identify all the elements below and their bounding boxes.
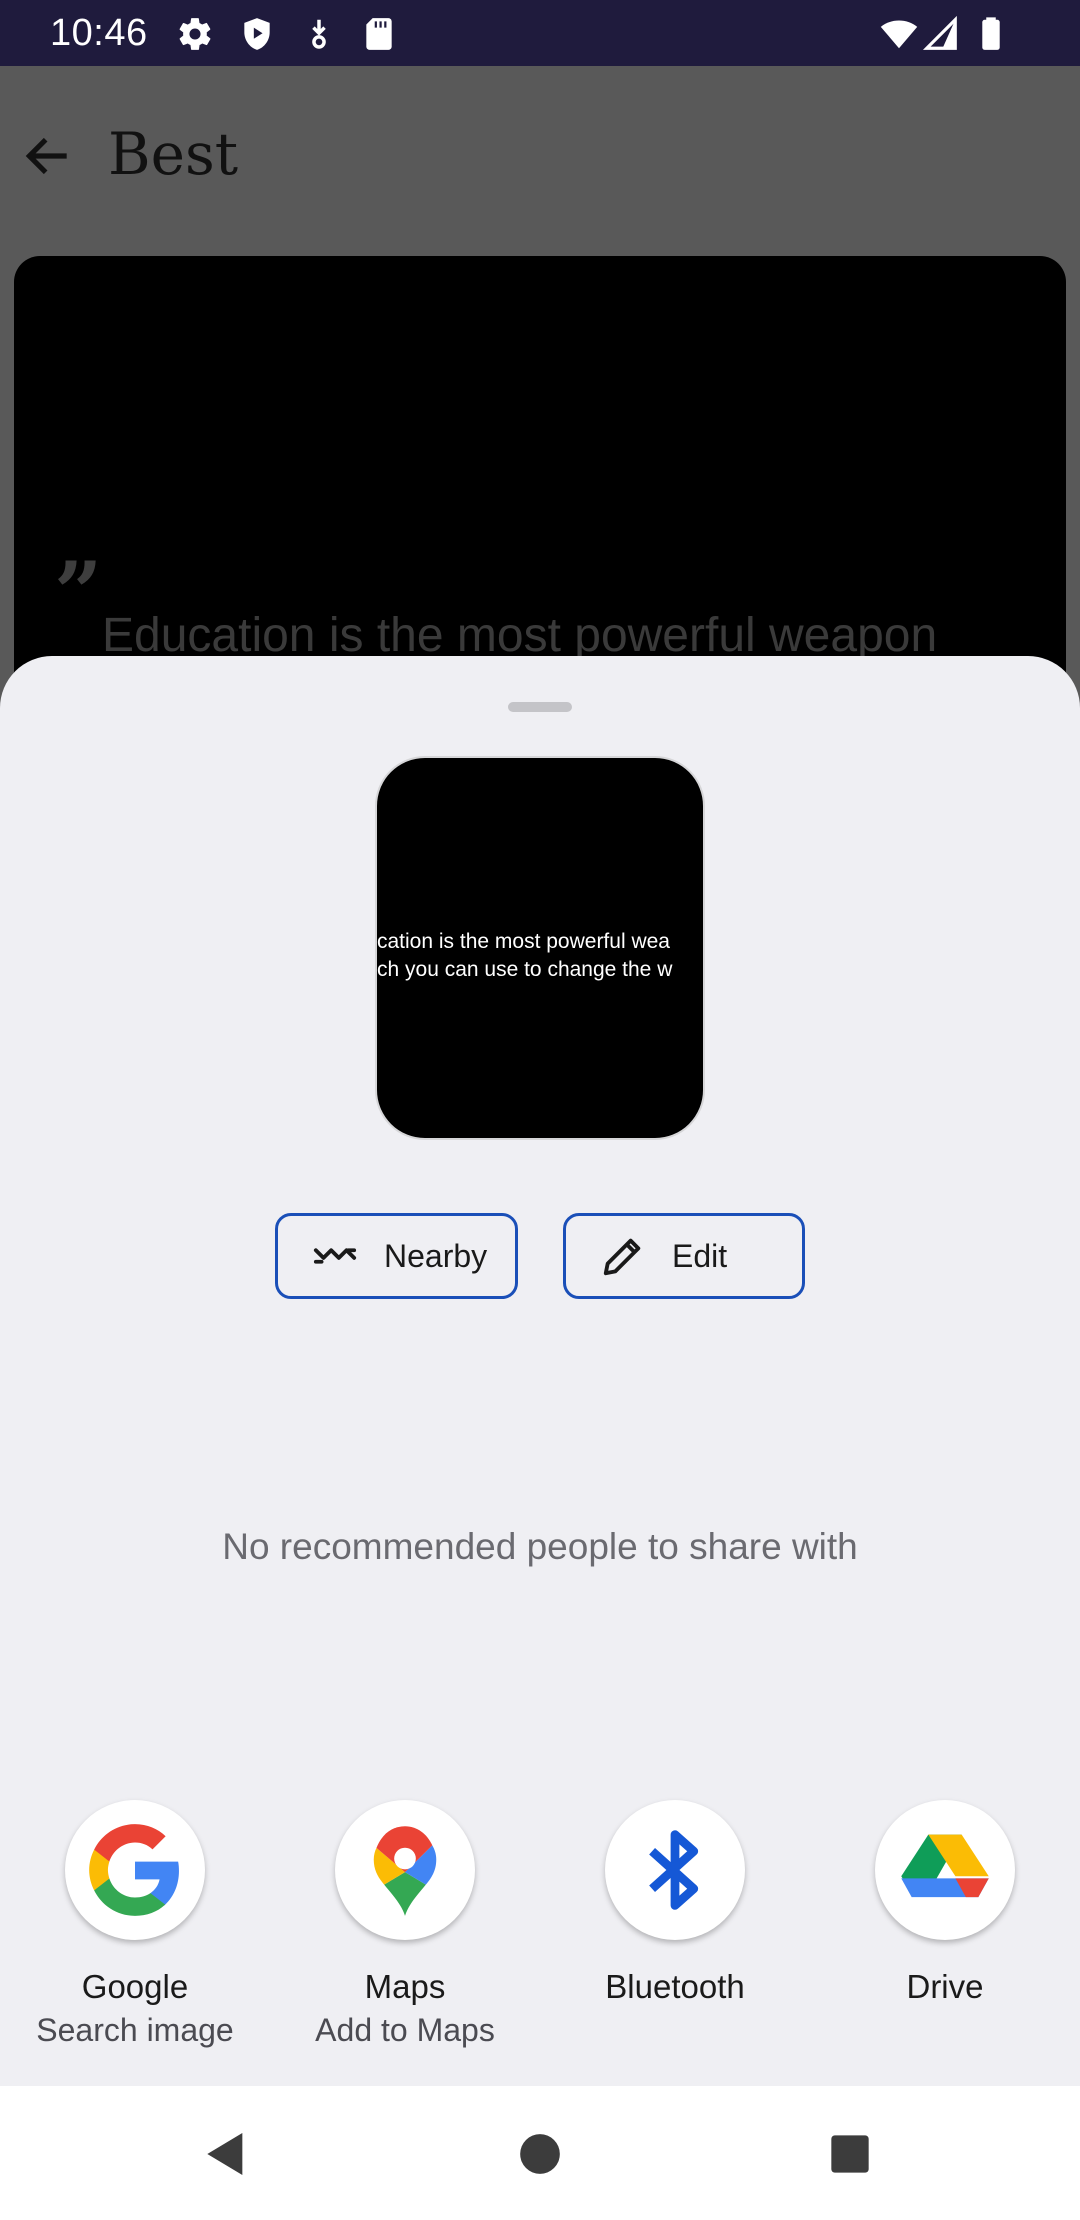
maps-sublabel: Add to Maps bbox=[315, 2012, 495, 2048]
maps-label: Maps bbox=[364, 1968, 446, 2005]
google-label: Google bbox=[81, 1968, 189, 2005]
pencil-icon bbox=[600, 1233, 646, 1279]
sd-card-icon bbox=[360, 15, 398, 53]
share-target-drive[interactable]: Drive bbox=[810, 1800, 1080, 2012]
share-target-maps[interactable]: Maps Add to Maps bbox=[270, 1800, 540, 2049]
share-target-google[interactable]: Google Search image bbox=[0, 1800, 270, 2049]
page-title: Best bbox=[108, 120, 239, 188]
quote-mark-icon: ” bbox=[54, 543, 103, 642]
shield-play-icon bbox=[238, 15, 276, 53]
edit-label: Edit bbox=[672, 1237, 728, 1274]
edit-button[interactable]: Edit bbox=[563, 1213, 805, 1299]
maps-pin-icon bbox=[335, 1800, 475, 1940]
navigation-bar bbox=[0, 2086, 1080, 2220]
nearby-button[interactable]: Nearby bbox=[275, 1213, 518, 1299]
share-preview-image: cation is the most powerful wea ch you c… bbox=[375, 756, 705, 1140]
no-recommended-people-text: No recommended people to share with bbox=[222, 1526, 858, 1567]
recents-square-icon[interactable] bbox=[822, 2126, 878, 2182]
quote-text: Education is the most powerful weapon bbox=[102, 609, 938, 662]
download-icon bbox=[300, 15, 338, 53]
bluetooth-label: Bluetooth bbox=[605, 1968, 745, 2005]
nearby-share-icon bbox=[312, 1233, 358, 1279]
status-time: 10:46 bbox=[50, 12, 148, 54]
signal-icon bbox=[922, 15, 960, 53]
home-circle-icon[interactable] bbox=[512, 2126, 568, 2182]
bluetooth-icon bbox=[605, 1800, 745, 1940]
google-sublabel: Search image bbox=[36, 2012, 234, 2048]
app-bar: Best bbox=[0, 66, 1080, 256]
share-sheet: cation is the most powerful wea ch you c… bbox=[0, 656, 1080, 2086]
battery-icon bbox=[972, 15, 1010, 53]
preview-line: ch you can use to change the w bbox=[377, 958, 673, 981]
drag-handle[interactable] bbox=[508, 702, 572, 712]
google-g-icon bbox=[65, 1800, 205, 1940]
wifi-icon bbox=[880, 15, 918, 53]
share-target-bluetooth[interactable]: Bluetooth bbox=[540, 1800, 810, 2012]
status-bar: 10:46 bbox=[0, 0, 1080, 66]
back-arrow-icon[interactable] bbox=[20, 128, 76, 184]
drive-label: Drive bbox=[906, 1968, 984, 2005]
nearby-label: Nearby bbox=[384, 1237, 488, 1274]
drive-icon bbox=[875, 1800, 1015, 1940]
back-triangle-icon[interactable] bbox=[198, 2126, 254, 2182]
preview-line: cation is the most powerful wea bbox=[377, 930, 670, 953]
preview-text: cation is the most powerful wea ch you c… bbox=[377, 928, 703, 984]
gear-icon bbox=[176, 15, 214, 53]
